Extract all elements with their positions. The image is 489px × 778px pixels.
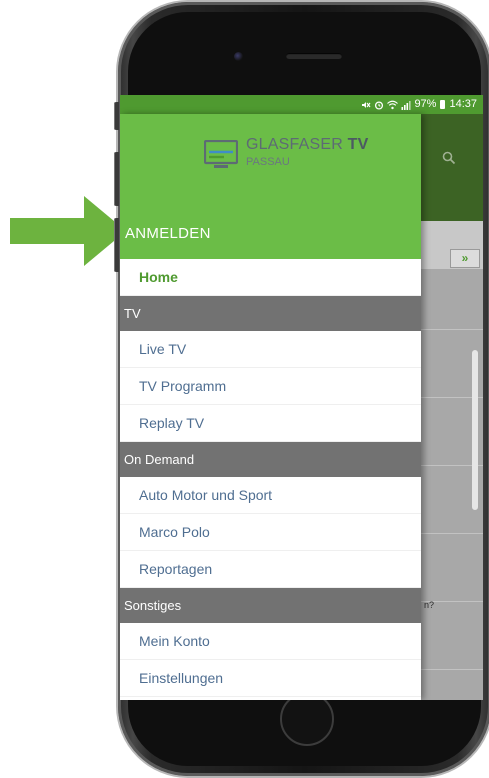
logo-brand: GLASFASER [246,136,343,153]
list-divider [420,669,483,670]
volume-up-button [114,152,119,206]
app-scrollbar[interactable] [472,350,478,510]
search-icon[interactable] [442,151,456,165]
menu-item-home[interactable]: Home [120,259,421,296]
front-camera [234,52,243,61]
status-icons: 97% 14:37 [361,95,477,114]
screen: 97% 14:37 » n? GLASFASER TV PASSAU ANMEL… [120,95,483,700]
home-button[interactable] [280,692,334,746]
battery-percent: 97% [414,98,437,110]
battery-icon [440,100,446,109]
drawer-menu: Home TV Live TV TV Programm Replay TV On… [120,259,421,697]
menu-item-einstellungen[interactable]: Einstellungen [120,660,421,697]
drawer-header: GLASFASER TV PASSAU ANMELDEN [120,114,421,259]
list-divider [420,533,483,534]
app-logo: GLASFASER TV PASSAU [204,136,404,176]
status-time: 14:37 [449,98,477,110]
section-header-sonstiges: Sonstiges [120,588,421,623]
tv-logo-icon [204,140,238,168]
pointer-arrow [10,196,126,266]
section-header-on-demand: On Demand [120,442,421,477]
earpiece-speaker [286,53,342,59]
section-header-tv: TV [120,296,421,331]
login-link[interactable]: ANMELDEN [125,225,211,243]
menu-item-tv-programm[interactable]: TV Programm [120,368,421,405]
volume-down-button [114,218,119,272]
peek-text: n? [424,600,435,610]
menu-item-reportagen[interactable]: Reportagen [120,551,421,588]
mute-switch [114,102,119,130]
menu-item-auto-motor-sport[interactable]: Auto Motor und Sport [120,477,421,514]
mute-icon [362,101,371,108]
menu-item-mein-konto[interactable]: Mein Konto [120,623,421,660]
status-bar: 97% 14:37 [120,95,483,114]
menu-item-replay-tv[interactable]: Replay TV [120,405,421,442]
menu-item-marco-polo[interactable]: Marco Polo [120,514,421,551]
signal-icon [401,100,412,110]
logo-title: GLASFASER TV [246,136,368,154]
list-divider [420,329,483,330]
wifi-icon [387,100,399,109]
navigation-drawer: GLASFASER TV PASSAU ANMELDEN Home TV Liv… [120,114,421,700]
alarm-icon [375,100,384,110]
tab-scroll-arrow[interactable]: » [450,249,480,268]
logo-subtitle: PASSAU [246,156,290,168]
menu-item-live-tv[interactable]: Live TV [120,331,421,368]
stage: 97% 14:37 » n? GLASFASER TV PASSAU ANMEL… [0,0,489,778]
logo-brand-tv: TV [347,136,369,153]
